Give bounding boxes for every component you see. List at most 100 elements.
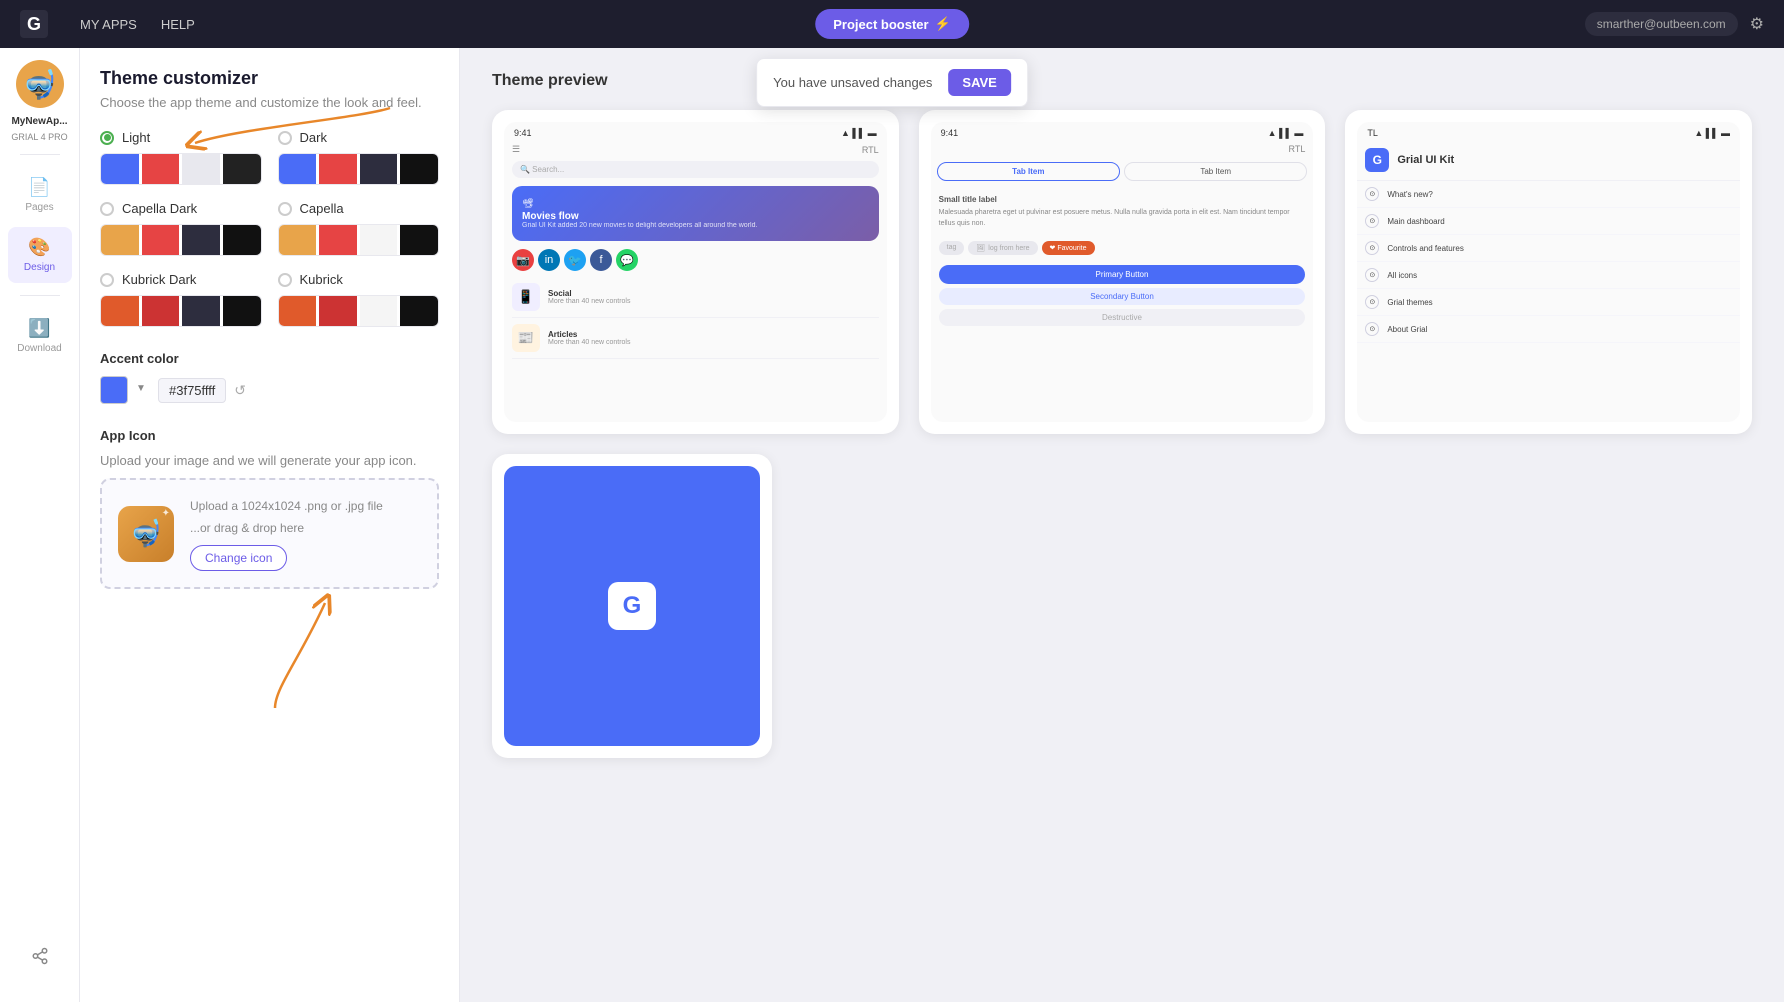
app-icon-preview: 🤿	[118, 506, 174, 562]
phone3-dot-3: ⊙	[1365, 241, 1379, 255]
destructive-button: Destructive	[939, 309, 1306, 326]
swatch-block	[360, 154, 398, 184]
small-title-label: Small title label	[931, 195, 1314, 208]
app-icon-avatar: 🤿	[16, 60, 64, 108]
swatch-block	[182, 225, 220, 255]
phone3-dot-2: ⊙	[1365, 214, 1379, 228]
theme-swatch-light	[100, 153, 262, 185]
theme-radio-kubrick	[278, 273, 292, 287]
phone3-dot-4: ⊙	[1365, 268, 1379, 282]
swatch-block	[182, 154, 220, 184]
phone3-dot-1: ⊙	[1365, 187, 1379, 201]
swatch-block	[223, 225, 261, 255]
theme-option-light[interactable]: Light	[100, 130, 262, 185]
theme-option-dark[interactable]: Dark	[278, 130, 440, 185]
sidebar-bottom	[22, 938, 58, 990]
swatch-block	[101, 225, 139, 255]
theme-option-kubrick[interactable]: Kubrick	[278, 272, 440, 327]
upload-hints: Upload a 1024x1024 .png or .jpg file ...…	[190, 496, 383, 571]
share-button[interactable]	[22, 938, 58, 974]
upload-hint-1: Upload a 1024x1024 .png or .jpg file	[190, 496, 383, 518]
swatch-block	[319, 154, 357, 184]
app-icon-upload-zone[interactable]: 🤿 Upload a 1024x1024 .png or .jpg file .…	[100, 478, 439, 589]
lightning-icon: ⚡	[935, 16, 951, 32]
app-icon-sub: Upload your image and we will generate y…	[100, 453, 439, 468]
secondary-button: Secondary Button	[939, 288, 1306, 305]
sidebar-item-design[interactable]: 🎨 Design	[8, 227, 72, 283]
sidebar: 🤿 MyNewAp... GRIAL 4 PRO 📄 Pages 🎨 Desig…	[0, 48, 80, 1002]
phone3-item-3: ⊙ Controls and features	[1357, 235, 1740, 262]
swatch-block	[142, 296, 180, 326]
swatch-block	[101, 154, 139, 184]
design-icon: 🎨	[28, 237, 50, 258]
sidebar-divider-2	[20, 295, 60, 296]
project-booster-button[interactable]: Project booster ⚡	[815, 9, 969, 39]
accent-color-swatch[interactable]	[100, 376, 128, 404]
preview-phone-2: 9:41 ▲ ▌▌ ▬ RTL Tab Item Tab Item Small …	[919, 110, 1326, 434]
theme-label-kubrick-dark: Kubrick Dark	[122, 272, 196, 287]
phone2-icons: ▲ ▌▌ ▬	[1268, 128, 1304, 138]
change-icon-button[interactable]: Change icon	[190, 545, 287, 571]
accent-dropdown-icon[interactable]: ▼	[136, 383, 150, 397]
social-icon-tw: 🐦	[564, 249, 586, 271]
phone3-item-4: ⊙ All icons	[1357, 262, 1740, 289]
app-icon-section: App Icon Upload your image and we will g…	[100, 428, 439, 589]
card1-title: Social	[548, 289, 631, 298]
tag2: 🖼 log from here	[968, 241, 1037, 255]
swatch-block	[223, 154, 261, 184]
accent-hex-value: #3f75ffff	[158, 378, 226, 403]
app-name: MyNewAp...	[11, 116, 67, 128]
preview-title: Theme preview	[492, 72, 1752, 90]
project-booster-label: Project booster	[833, 17, 928, 32]
refresh-icon[interactable]: ↺	[234, 382, 246, 399]
card2-sub: More than 40 new controls	[548, 339, 631, 346]
theme-label-capella-dark: Capella Dark	[122, 201, 197, 216]
phone-screen-2: 9:41 ▲ ▌▌ ▬ RTL Tab Item Tab Item Small …	[931, 122, 1314, 422]
my-apps-link[interactable]: MY APPS	[80, 17, 137, 32]
preview-phone-1: 9:41 ▲ ▌▌ ▬ ☰ RTL 🔍 Search... 📽 Movies f…	[492, 110, 899, 434]
phone3-label-4: All icons	[1387, 271, 1417, 280]
theme-option-capella-dark[interactable]: Capella Dark	[100, 201, 262, 256]
theme-radio-capella	[278, 202, 292, 216]
panel-subtitle: Choose the app theme and customize the l…	[100, 95, 439, 110]
theme-option-kubrick-dark[interactable]: Kubrick Dark	[100, 272, 262, 327]
save-button[interactable]: SAVE	[948, 69, 1010, 96]
theme-option-capella[interactable]: Capella	[278, 201, 440, 256]
swatch-block	[400, 225, 438, 255]
swatch-block	[142, 225, 180, 255]
project-booster-center: Project booster ⚡	[815, 9, 969, 39]
nav-logo: G	[20, 10, 48, 38]
swatch-block	[182, 296, 220, 326]
settings-icon[interactable]: ⚙	[1750, 14, 1764, 34]
phone3-label-6: About Grial	[1387, 325, 1427, 334]
tag3: ❤ Favourite	[1042, 241, 1095, 255]
app-icon-label: App Icon	[100, 428, 439, 443]
phone1-hero: 📽 Movies flow Grial UI Kit added 20 new …	[512, 186, 879, 241]
primary-button: Primary Button	[939, 265, 1306, 284]
phone2-tab-2: Tab Item	[1124, 162, 1307, 181]
theme-label-kubrick: Kubrick	[300, 272, 343, 287]
social-icon-ig: 📷	[512, 249, 534, 271]
phone2-body: Malesuada pharetra eget ut pulvinar est …	[931, 208, 1314, 237]
phone2-time: 9:41	[941, 128, 959, 138]
left-panel: Theme customizer Choose the app theme an…	[80, 48, 460, 1002]
hamburger-icon: ☰	[512, 144, 520, 155]
phone3-label-2: Main dashboard	[1387, 217, 1444, 226]
sidebar-item-pages[interactable]: 📄 Pages	[8, 167, 72, 223]
phone3-item-6: ⊙ About Grial	[1357, 316, 1740, 343]
help-link[interactable]: HELP	[161, 17, 195, 32]
phone3-header: G Grial UI Kit	[1357, 140, 1740, 181]
unsaved-banner: You have unsaved changes SAVE	[756, 58, 1028, 107]
theme-label-light: Light	[122, 130, 150, 145]
tag1: tag	[939, 241, 965, 255]
phone-status-bar-2: 9:41 ▲ ▌▌ ▬	[931, 122, 1314, 140]
swatch-block	[319, 296, 357, 326]
phone1-icons: ▲ ▌▌ ▬	[841, 128, 877, 138]
accent-color-label: Accent color	[100, 351, 439, 366]
phone3-dot-6: ⊙	[1365, 322, 1379, 336]
swatch-block	[279, 225, 317, 255]
accent-color-row: ▼ #3f75ffff ↺	[100, 376, 439, 404]
phone3-label-5: Grial themes	[1387, 298, 1432, 307]
topnav-right: smarther@outbeen.com ⚙	[1585, 12, 1764, 36]
sidebar-item-download[interactable]: ⬇️ Download	[8, 308, 72, 364]
